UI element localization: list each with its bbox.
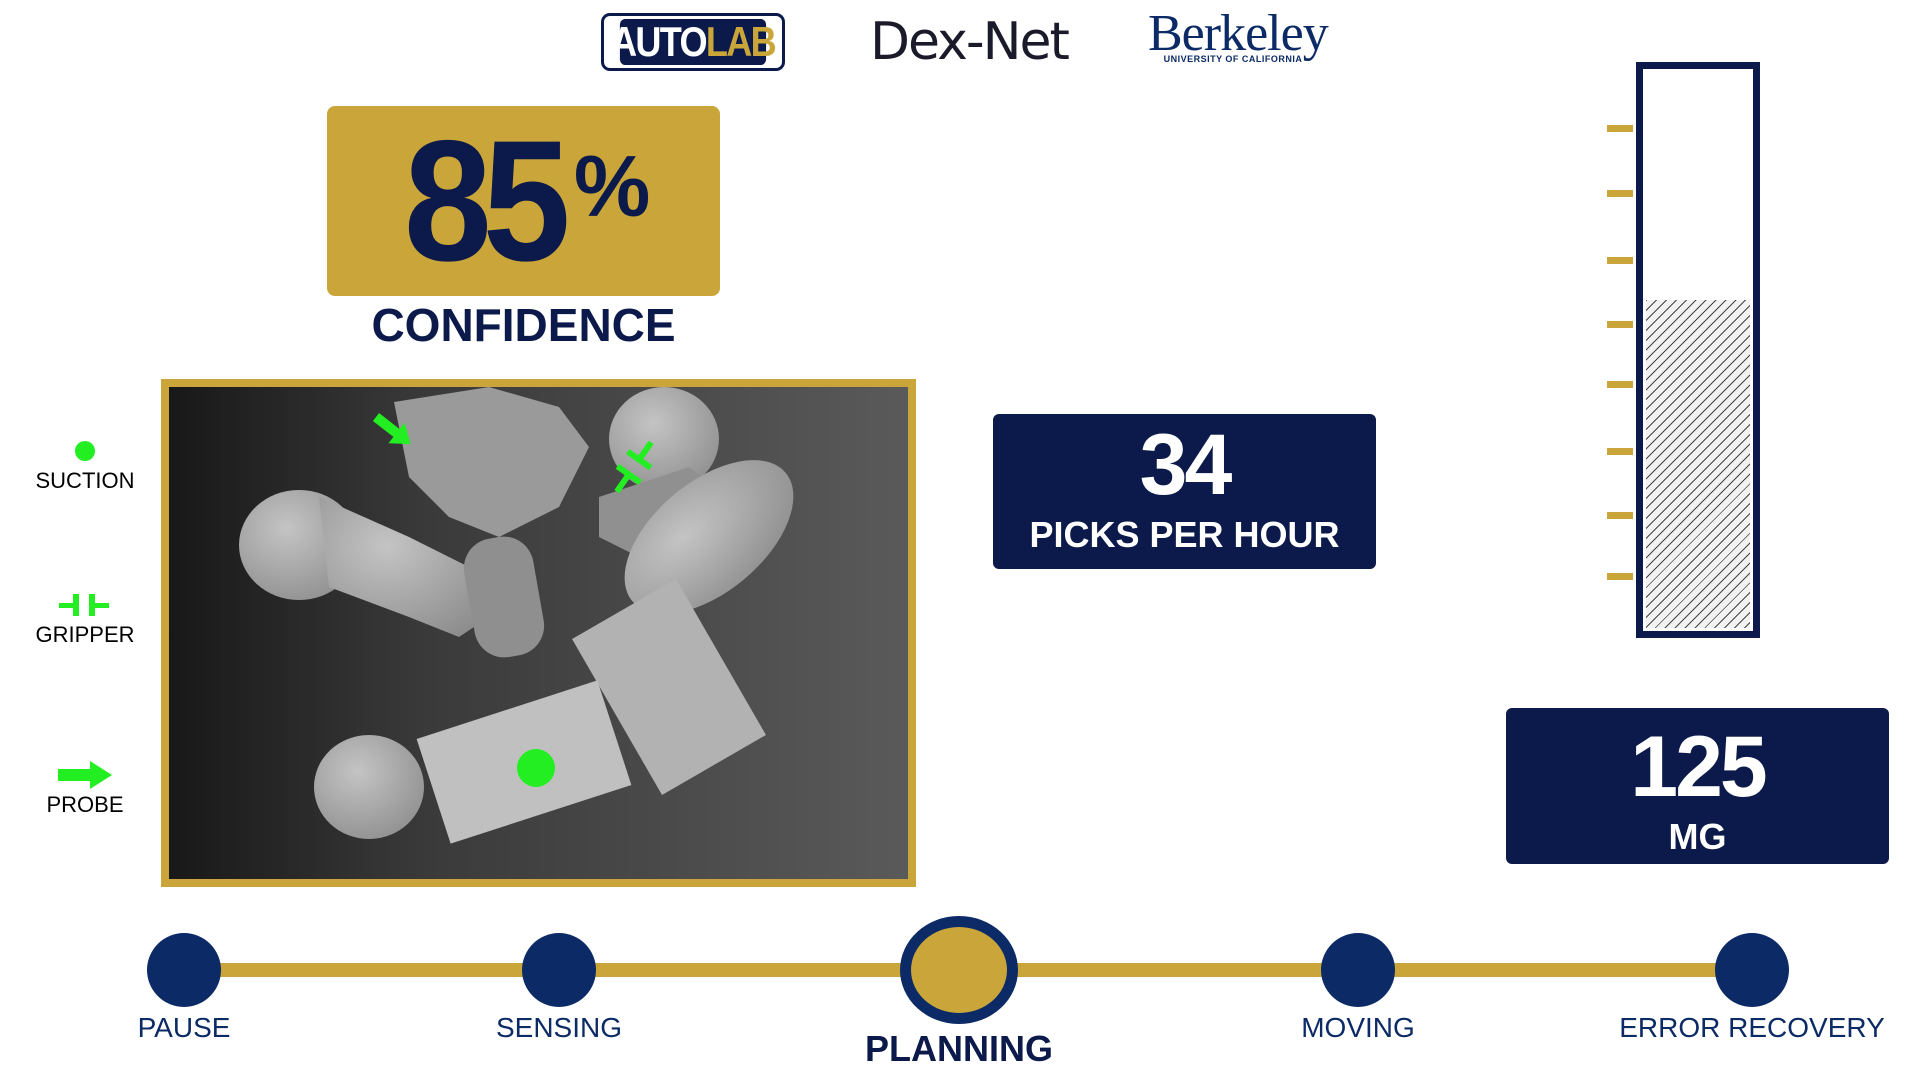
legend-suction-label: SUCTION [35, 468, 135, 493]
legend-probe: PROBE [5, 761, 165, 818]
gauge-tick [1607, 381, 1633, 388]
gauge-fill [1646, 300, 1750, 628]
confidence-panel: 85 % [327, 106, 720, 296]
step-sensing-dot[interactable] [522, 933, 596, 1007]
step-error-recovery-label: ERROR RECOVERY [1619, 1012, 1885, 1043]
gauge-tick [1607, 257, 1633, 264]
gripper-icon [59, 594, 109, 616]
weight-panel: 125 MG [1506, 708, 1889, 864]
dexnet-logo: Dex-Net [870, 12, 1070, 72]
step-planning-dot[interactable] [900, 916, 1018, 1024]
probe-arrow-icon [58, 761, 112, 789]
depth-image-canvas [169, 387, 908, 879]
gauge-tick [1607, 512, 1633, 519]
depth-image [161, 379, 916, 887]
legend-suction: SUCTION [5, 438, 165, 494]
step-pause-label: PAUSE [137, 1012, 231, 1043]
berkeley-logo: Berkeley UNIVERSITY OF CALIFORNIA [1148, 6, 1329, 65]
suction-dot-icon [75, 441, 95, 461]
confidence-label: CONFIDENCE [371, 299, 676, 351]
suction-point-marker [517, 749, 555, 787]
weight-unit: MG [1668, 816, 1727, 857]
level-gauge [1636, 62, 1760, 638]
autolab-logo-auto: AUTO [611, 18, 708, 65]
step-planning-label: PLANNING [865, 1028, 1053, 1069]
autolab-logo-lab: LAB [705, 18, 777, 65]
berkeley-logo-subtitle: UNIVERSITY OF CALIFORNIA [1163, 54, 1303, 64]
step-moving-label: MOVING [1301, 1012, 1415, 1043]
gauge-tick [1607, 321, 1633, 328]
picks-value: 34 [1139, 417, 1233, 513]
autolab-logo: AUTO LAB [601, 13, 785, 71]
legend-gripper: GRIPPER [5, 592, 165, 648]
step-moving-dot[interactable] [1321, 933, 1395, 1007]
picks-per-hour-panel: 34 PICKS PER HOUR [993, 414, 1376, 569]
confidence-value: 85 [403, 105, 570, 297]
legend-gripper-label: GRIPPER [35, 622, 135, 647]
gauge-tick [1607, 190, 1633, 197]
picks-label: PICKS PER HOUR [1029, 514, 1340, 555]
step-pause-dot[interactable] [147, 933, 221, 1007]
gauge-tick [1607, 448, 1633, 455]
gauge-tick [1607, 125, 1633, 132]
gauge-tick [1607, 573, 1633, 580]
legend-probe-label: PROBE [46, 792, 124, 817]
step-sensing-label: SENSING [495, 1012, 623, 1043]
confidence-unit: % [573, 139, 651, 235]
weight-value: 125 [1630, 719, 1768, 815]
step-error-recovery-dot[interactable] [1715, 933, 1789, 1007]
